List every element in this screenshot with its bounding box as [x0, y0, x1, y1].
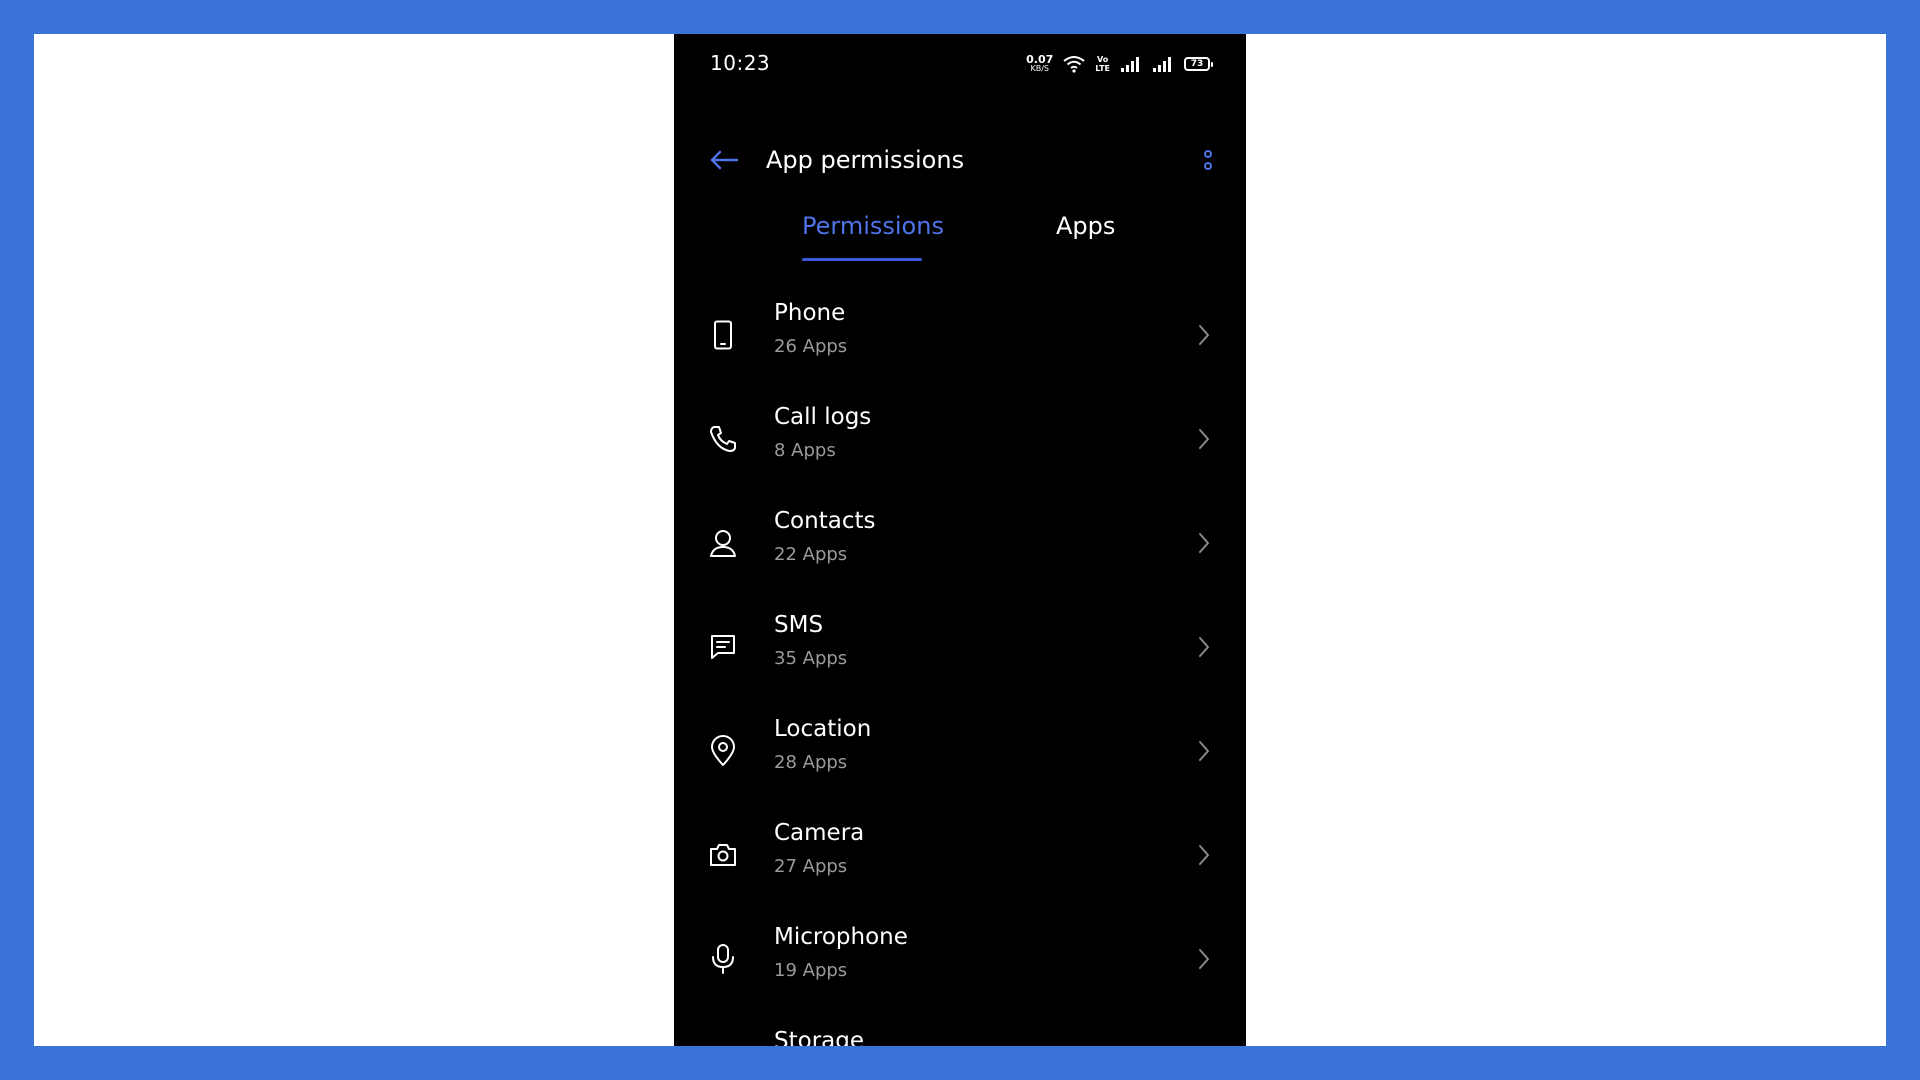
chevron-right-icon: [1196, 946, 1212, 972]
permission-item-phone[interactable]: Phone 26 Apps: [674, 294, 1246, 398]
permission-item-sms[interactable]: SMS 35 Apps: [674, 606, 1246, 710]
chevron-right-icon: [1196, 842, 1212, 868]
message-icon: [708, 632, 738, 662]
chevron-right-icon: [1196, 738, 1212, 764]
signal-icon: [1120, 55, 1142, 73]
tab-apps[interactable]: Apps: [1056, 212, 1115, 262]
permission-title: Contacts: [774, 508, 876, 534]
permission-item-storage[interactable]: Storage: [674, 1022, 1246, 1046]
phone-screen: 10:23 0.07 KB/S Vo LTE 73 App permission…: [674, 34, 1246, 1046]
chevron-right-icon: [1196, 322, 1212, 348]
permission-title: Call logs: [774, 404, 872, 430]
volte-icon: Vo LTE: [1095, 55, 1110, 73]
permission-app-count: 26 Apps: [774, 336, 848, 357]
status-icons: 0.07 KB/S Vo LTE 73: [1026, 52, 1213, 76]
volte-top: Vo: [1097, 55, 1109, 64]
back-button[interactable]: [706, 142, 742, 178]
status-bar: 10:23 0.07 KB/S Vo LTE 73: [674, 34, 1246, 94]
net-speed: 0.07 KB/S: [1026, 53, 1054, 73]
camera-icon: [708, 840, 738, 870]
permission-app-count: 28 Apps: [774, 752, 848, 773]
permission-title: Camera: [774, 820, 865, 846]
permission-title: SMS: [774, 612, 824, 638]
status-time: 10:23: [710, 51, 771, 75]
permission-title: Location: [774, 716, 872, 742]
net-speed-unit: KB/S: [1030, 64, 1049, 73]
arrow-left-icon: [709, 149, 739, 171]
chevron-right-icon: [1196, 634, 1212, 660]
permission-title: Phone: [774, 300, 846, 326]
permission-app-count: 19 Apps: [774, 960, 848, 981]
microphone-icon: [708, 944, 738, 974]
more-options-button[interactable]: [1198, 142, 1218, 178]
permission-item-microphone[interactable]: Microphone 19 Apps: [674, 918, 1246, 1022]
app-header: App permissions: [674, 134, 1246, 190]
permission-item-location[interactable]: Location 28 Apps: [674, 710, 1246, 814]
chevron-right-icon: [1196, 426, 1212, 452]
page-title: App permissions: [766, 146, 965, 174]
person-icon: [708, 528, 738, 558]
more-vertical-icon: [1203, 148, 1213, 172]
location-pin-icon: [708, 735, 738, 766]
battery-icon: 73: [1184, 57, 1213, 71]
signal-icon-2: [1152, 55, 1174, 73]
permission-item-camera[interactable]: Camera 27 Apps: [674, 814, 1246, 918]
permission-app-count: 35 Apps: [774, 648, 848, 669]
phone-call-icon: [708, 424, 738, 454]
permission-app-count: 22 Apps: [774, 544, 848, 565]
tab-permissions[interactable]: Permissions: [802, 212, 944, 262]
permission-app-count: 8 Apps: [774, 440, 836, 461]
permission-item-contacts[interactable]: Contacts 22 Apps: [674, 502, 1246, 606]
wifi-icon: [1063, 55, 1085, 73]
permission-list: Phone 26 Apps Call logs 8 Apps Contacts …: [674, 294, 1246, 1046]
permission-app-count: 27 Apps: [774, 856, 848, 877]
tab-bar: Permissions Apps: [674, 212, 1246, 268]
net-speed-value: 0.07: [1026, 53, 1054, 66]
volte-bottom: LTE: [1095, 64, 1110, 73]
permission-title: Storage: [774, 1028, 864, 1046]
chevron-right-icon: [1196, 530, 1212, 556]
permission-item-call-logs[interactable]: Call logs 8 Apps: [674, 398, 1246, 502]
tab-indicator: [802, 258, 922, 261]
permission-title: Microphone: [774, 924, 908, 950]
phone-device-icon: [708, 320, 738, 350]
